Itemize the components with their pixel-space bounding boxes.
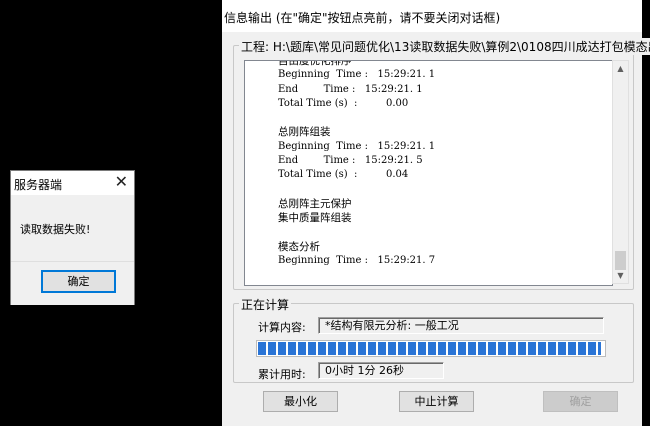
elapsed-label: 累计用时: — [258, 368, 306, 381]
calculating-group: 正在计算 计算内容: *结构有限元分析: 一般工况 累计用时: 0小时 1分 2… — [233, 296, 634, 383]
calculating-group-label: 正在计算 — [239, 296, 292, 313]
error-message-text: 读取数据失败! — [20, 223, 91, 236]
log-line: Beginning Time : 15:29:21. 7 — [278, 255, 436, 267]
elapsed-field: 0小时 1分 26秒 — [318, 362, 444, 379]
log-text: 自由度优化排序 Beginning Time : 15:29:21. 1 End T… — [278, 60, 436, 268]
message-box-title: 服务器端 — [14, 178, 63, 192]
log-line: End Time : 15:29:21. 1 — [278, 83, 423, 95]
log-line: 自由度优化排序 — [278, 60, 352, 67]
error-message-box: 服务器端 ✕ 读取数据失败! 确定 — [10, 170, 135, 305]
scroll-up-icon[interactable]: ▲ — [613, 61, 628, 76]
content-field: *结构有限元分析: 一般工况 — [318, 317, 604, 334]
log-line: 总刚阵主元保护 — [278, 197, 352, 210]
log-scrollbar[interactable]: ▲ ▼ — [612, 60, 629, 284]
log-line: Beginning Time : 15:29:21. 1 — [278, 69, 436, 81]
message-box-footer: 确定 — [11, 261, 134, 305]
progress-fill — [258, 342, 601, 355]
content-label: 计算内容: — [258, 321, 306, 334]
log-line: 集中质量阵组装 — [278, 212, 352, 225]
log-line: End Time : 15:29:21. 5 — [278, 155, 423, 167]
info-output-dialog: 信息输出 (在"确定"按钮点亮前，请不要关闭对话框) 工程: H:\题库\常见问… — [222, 0, 650, 426]
log-line: Beginning Time : 15:29:21. 1 — [278, 140, 436, 152]
message-box-titlebar: 服务器端 ✕ — [11, 171, 134, 195]
log-line: Total Time (s) : 0.00 — [278, 97, 409, 109]
log-line: 模态分析 — [278, 240, 320, 253]
message-box-ok-button[interactable]: 确定 — [41, 270, 116, 293]
minimize-button[interactable]: 最小化 — [263, 391, 338, 412]
dialog-title: 信息输出 (在"确定"按钮点亮前，请不要关闭对话框) — [224, 11, 501, 25]
progress-bar — [256, 340, 606, 357]
project-group: 工程: H:\题库\常见问题优化\13读取数据失败\算例2\0108四川成达打包… — [233, 38, 650, 290]
dialog-titlebar: 信息输出 (在"确定"按钮点亮前，请不要关闭对话框) — [222, 0, 642, 32]
log-output-box[interactable]: 自由度优化排序 Beginning Time : 15:29:21. 1 End T… — [244, 60, 613, 286]
log-line: Total Time (s) : 0.04 — [278, 169, 409, 181]
dialog-ok-button: 确定 — [543, 391, 618, 412]
log-line: 总刚阵组装 — [278, 126, 331, 139]
close-icon[interactable]: ✕ — [115, 173, 128, 191]
project-path-label: 工程: H:\题库\常见问题优化\13读取数据失败\算例2\0108四川成达打包… — [239, 38, 650, 55]
stop-calculation-button[interactable]: 中止计算 — [399, 391, 474, 412]
scroll-down-icon[interactable]: ▼ — [613, 268, 628, 283]
